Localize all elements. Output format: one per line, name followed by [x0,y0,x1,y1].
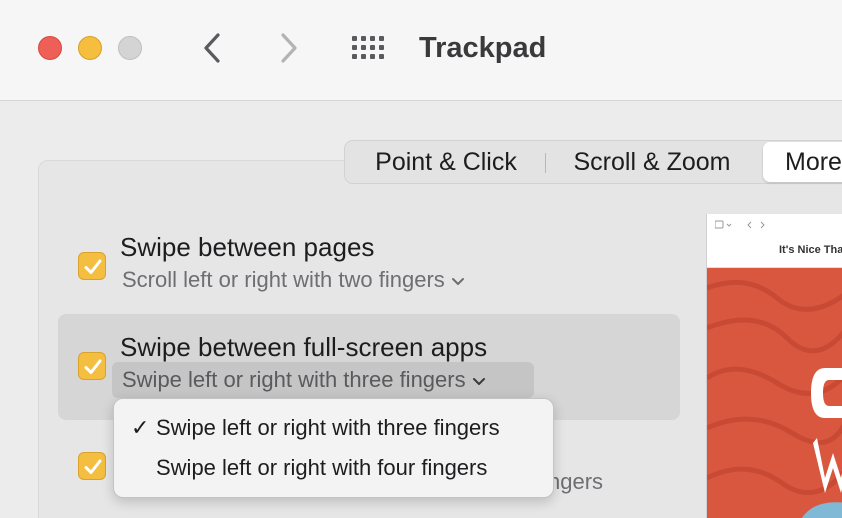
swipe-apps-option[interactable]: Swipe left or right with three fingers [122,367,486,393]
checkmark-icon [84,259,102,274]
checkmark-icon [84,359,102,374]
chevron-down-icon [451,278,464,286]
swipe-apps-label: Swipe between full-screen apps [120,332,488,362]
swipe-pages-checkbox[interactable] [78,252,106,280]
tab-scroll-and-zoom[interactable]: Scroll & Zoom [557,141,747,183]
swipe-apps-option-label: Swipe left or right with three fingers [122,367,466,392]
menu-item-label: Swipe left or right with four fingers [156,455,488,480]
swipe-pages-label: Swipe between pages [120,232,375,262]
menu-item-four-fingers[interactable]: Swipe left or right with four fingers [114,449,555,487]
selected-check-icon: ✓ [131,415,150,440]
tab-point-and-click[interactable]: Point & Click [361,141,531,183]
menu-item-three-fingers[interactable]: ✓ Swipe left or right with three fingers [114,409,555,447]
preview-artwork [707,279,842,518]
chevron-right-icon [281,33,297,63]
grid-icon [352,36,384,59]
chevron-left-icon [204,33,220,63]
tab-divider [545,153,546,173]
preview-image [707,268,842,518]
tab-more-gestures[interactable]: More [763,142,842,182]
zoom-button[interactable] [118,36,142,60]
swipe-pages-option[interactable]: Scroll left or right with two fingers [122,267,465,293]
gesture-preview: It's Nice That [706,214,842,518]
chevron-down-icon [472,378,485,386]
show-all-button[interactable] [350,29,390,69]
checkmark-icon [84,459,102,474]
close-button[interactable] [38,36,62,60]
fingers-dropdown-menu: ✓ Swipe left or right with three fingers… [113,398,554,498]
menu-item-label: Swipe left or right with three fingers [156,415,500,440]
row3-checkbox[interactable] [78,452,106,480]
preview-browser-bar: It's Nice That [707,214,842,268]
tab-bar: Point & Click Scroll & Zoom More [344,140,842,184]
forward-button[interactable] [268,28,308,68]
browser-toolbar-icon [715,220,765,229]
swipe-pages-option-label: Scroll left or right with two fingers [122,267,445,292]
swipe-apps-checkbox[interactable] [78,352,106,380]
window-title: Trackpad [419,32,547,64]
minimize-button[interactable] [78,36,102,60]
preview-site-name: It's Nice That [779,244,842,256]
back-button[interactable] [193,28,233,68]
row3-option-fragment: ngers [548,469,604,494]
title-bar: Trackpad [0,0,842,101]
